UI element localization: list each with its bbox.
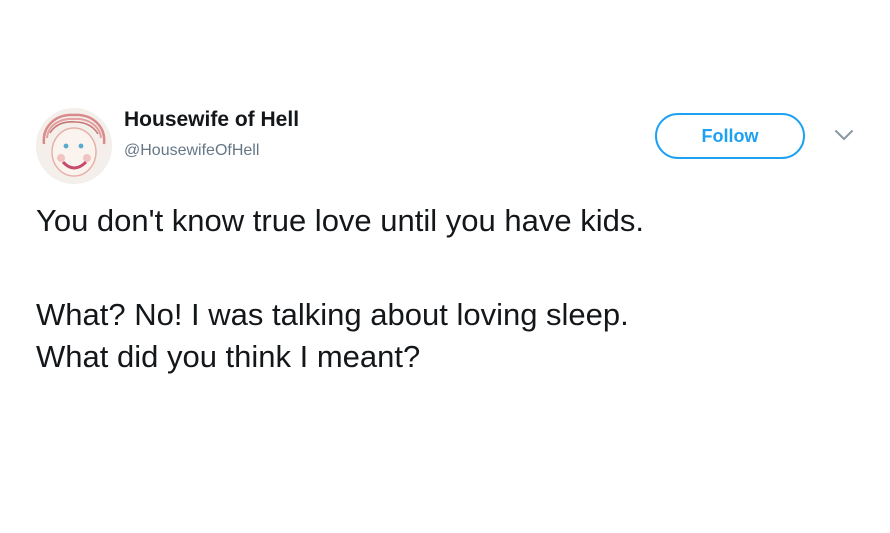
avatar[interactable] bbox=[36, 108, 112, 184]
tweet-card: Housewife of Hell @HousewifeOfHell Follo… bbox=[0, 0, 890, 533]
tweet-text-line: You don't know true love until you have … bbox=[36, 203, 644, 238]
author-display-name[interactable]: Housewife of Hell bbox=[124, 108, 299, 132]
tweet-text-line: What did you think I meant? bbox=[36, 339, 421, 374]
tweet-text-line: What? No! I was talking about loving sle… bbox=[36, 297, 629, 332]
follow-button[interactable]: Follow bbox=[655, 113, 805, 159]
hand-drawn-face-icon bbox=[37, 109, 111, 183]
chevron-down-icon[interactable] bbox=[833, 128, 855, 142]
author-handle[interactable]: @HousewifeOfHell bbox=[124, 142, 259, 160]
